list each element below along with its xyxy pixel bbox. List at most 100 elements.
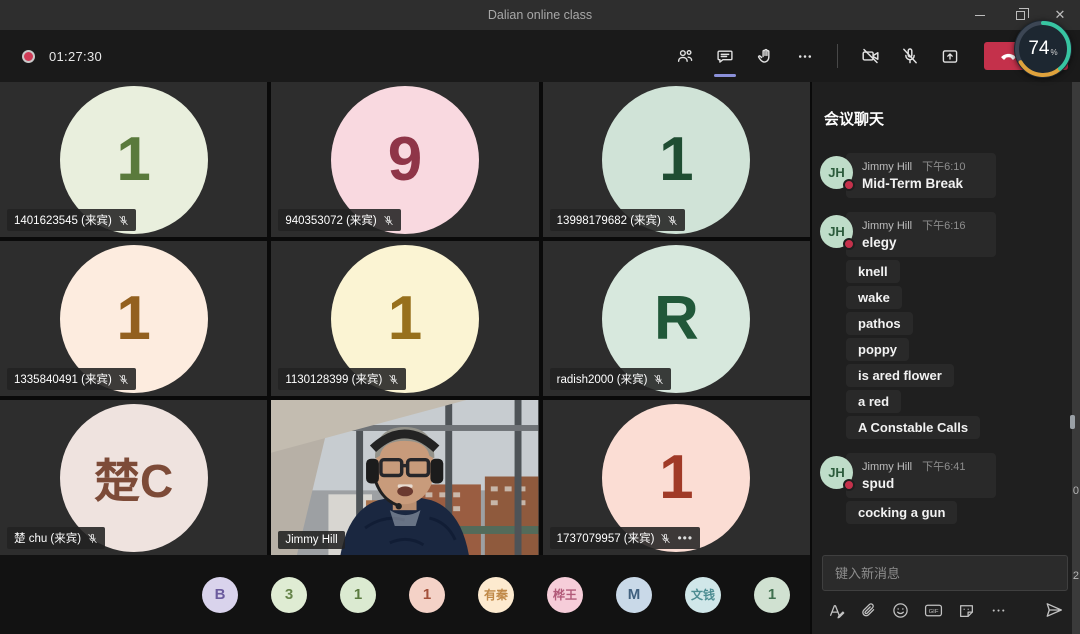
raise-hand-button[interactable] xyxy=(747,38,783,74)
chat-timestamp: 下午6:10 xyxy=(922,161,965,173)
mic-muted-icon xyxy=(87,533,98,544)
chat-message-group: JH Jimmy Hill下午6:16 elegy xyxy=(818,212,1072,257)
participant-name-label: 1130128399 (来宾) xyxy=(278,368,406,390)
battery-percent-value: 74 xyxy=(1028,38,1049,60)
presence-busy-dot xyxy=(843,179,855,191)
window-title: Dalian online class xyxy=(0,8,1080,22)
mic-muted-icon xyxy=(118,374,129,385)
more-options-icon xyxy=(796,48,814,65)
participant-tile[interactable]: 9 940353072 (来宾) xyxy=(271,82,538,237)
chat-message-bubble: a red xyxy=(846,390,901,413)
participant-tile[interactable]: 1 1130128399 (来宾) xyxy=(271,241,538,396)
chat-author-avatar: JH xyxy=(820,156,853,189)
gif-button[interactable]: GIF xyxy=(924,602,943,624)
presence-busy-dot xyxy=(843,238,855,250)
chat-button[interactable] xyxy=(707,38,743,74)
mic-muted-icon xyxy=(383,215,394,226)
participant-name-label: 940353072 (来宾) xyxy=(278,209,400,231)
more-input-options-button[interactable] xyxy=(990,602,1007,624)
more-options-button[interactable] xyxy=(787,38,823,74)
participant-name-label: 楚 chu (来宾) xyxy=(7,527,105,549)
battery-percent-widget: 74% xyxy=(1012,18,1074,80)
chat-author-initials: JH xyxy=(828,165,845,180)
chat-message-bubble: wake xyxy=(846,286,902,309)
chat-message-group: JH Jimmy Hill下午6:41 spud xyxy=(818,453,1072,498)
participant-tile[interactable]: 1 1401623545 (来宾) xyxy=(0,82,267,237)
overflow-participants-strip: B 3 1 1 有秦 桦王 M 文钱 1 xyxy=(0,555,810,634)
participant-name: 1335840491 (来宾) xyxy=(14,371,112,387)
mic-muted-icon xyxy=(667,215,678,226)
participant-name: 1401623545 (来宾) xyxy=(14,212,112,228)
overflow-participant-avatar[interactable]: B xyxy=(202,577,238,613)
overflow-participant-avatar[interactable]: 1 xyxy=(409,577,445,613)
overflow-participant-avatar[interactable]: 桦王 xyxy=(547,577,583,613)
chat-author-name: Jimmy Hill xyxy=(862,461,912,473)
chat-message-text: spud xyxy=(862,476,984,491)
participant-video-tile[interactable]: Jimmy Hill xyxy=(271,400,538,555)
chat-icon xyxy=(716,48,734,65)
video-grid: Jimmy Hill 1 1401623545 (来宾) 9 xyxy=(0,82,810,555)
send-message-button[interactable] xyxy=(1044,601,1064,624)
overflow-participant-avatar[interactable]: 1 xyxy=(754,577,790,613)
svg-text:GIF: GIF xyxy=(929,609,939,615)
participant-name-label: 1335840491 (来宾) xyxy=(7,368,136,390)
participant-name: 1130128399 (来宾) xyxy=(285,371,382,387)
edge-digit-top: 0 xyxy=(1073,485,1079,497)
toolbar-divider xyxy=(837,44,838,68)
overflow-participant-avatar[interactable]: 有秦 xyxy=(478,577,514,613)
participant-name-label: 1737079957 (来宾) ••• xyxy=(550,527,700,549)
edge-digit-bottom: 2 xyxy=(1073,570,1079,582)
participant-name-label: 1401623545 (来宾) xyxy=(7,209,136,231)
chat-message-bubble: knell xyxy=(846,260,900,283)
chat-message-bubble: cocking a gun xyxy=(846,501,957,524)
camera-off-button[interactable] xyxy=(852,38,888,74)
chat-message-text: Mid-Term Break xyxy=(862,176,984,191)
chat-input[interactable] xyxy=(822,555,1068,591)
participants-button[interactable] xyxy=(667,38,703,74)
overflow-participant-avatar[interactable]: 1 xyxy=(340,577,376,613)
mic-off-button[interactable] xyxy=(892,38,928,74)
mic-muted-icon xyxy=(660,533,671,544)
overflow-participant-avatar[interactable]: 文钱 xyxy=(685,577,721,613)
participant-name: 13998179682 (来宾) xyxy=(557,212,661,228)
recording-indicator-icon xyxy=(22,50,35,63)
chat-timestamp: 下午6:41 xyxy=(922,461,965,473)
tile-more-icon[interactable]: ••• xyxy=(677,534,693,542)
participant-tile[interactable]: 1 1737079957 (来宾) ••• xyxy=(543,400,810,555)
meeting-window: Dalian online class ✕ 01:27:30 xyxy=(0,0,1080,634)
chat-message-text: elegy xyxy=(862,235,984,250)
overflow-participant-avatar[interactable]: M xyxy=(616,577,652,613)
chat-bubble: Jimmy Hill下午6:16 elegy xyxy=(846,212,996,257)
chat-message-bubble: A Constable Calls xyxy=(846,416,980,439)
participant-name-label: 13998179682 (来宾) xyxy=(550,209,685,231)
overflow-participant-avatar[interactable]: 3 xyxy=(271,577,307,613)
chat-panel-title: 会议聊天 xyxy=(824,108,1080,129)
chat-panel: 会议聊天 JH Jimmy Hill 下午6:10 xyxy=(810,82,1080,634)
share-screen-button[interactable] xyxy=(932,38,968,74)
meeting-toolbar: 01:27:30 xyxy=(0,30,1080,82)
participant-name: 1737079957 (来宾) xyxy=(557,530,655,546)
participant-name-label: Jimmy Hill xyxy=(278,531,344,549)
presence-busy-dot xyxy=(843,479,855,491)
attach-button[interactable] xyxy=(860,602,877,624)
format-button[interactable] xyxy=(828,602,845,624)
chat-message-bubble: pathos xyxy=(846,312,913,335)
participant-name: 楚 chu (来宾) xyxy=(14,530,81,546)
participant-name: radish2000 (来宾) xyxy=(557,371,648,387)
mic-muted-icon xyxy=(118,215,129,226)
chat-message-bubble: poppy xyxy=(846,338,909,361)
edge-scrollbar-thumb[interactable] xyxy=(1070,415,1075,429)
participant-tile[interactable]: 楚C 楚 chu (来宾) xyxy=(0,400,267,555)
emoji-button[interactable] xyxy=(892,602,909,624)
share-screen-icon xyxy=(941,48,959,65)
chat-input-area: GIF xyxy=(812,555,1080,634)
sticker-button[interactable] xyxy=(958,602,975,624)
mic-off-icon xyxy=(901,47,919,65)
mic-muted-icon xyxy=(388,374,399,385)
participant-tile[interactable]: 1 13998179682 (来宾) xyxy=(543,82,810,237)
chat-author-initials: JH xyxy=(828,224,845,239)
chat-message-list: JH Jimmy Hill 下午6:10 Mid-Term Break xyxy=(812,139,1080,555)
chat-author-avatar: JH xyxy=(820,215,853,248)
participant-tile[interactable]: 1 1335840491 (来宾) xyxy=(0,241,267,396)
participant-tile[interactable]: R radish2000 (来宾) xyxy=(543,241,810,396)
